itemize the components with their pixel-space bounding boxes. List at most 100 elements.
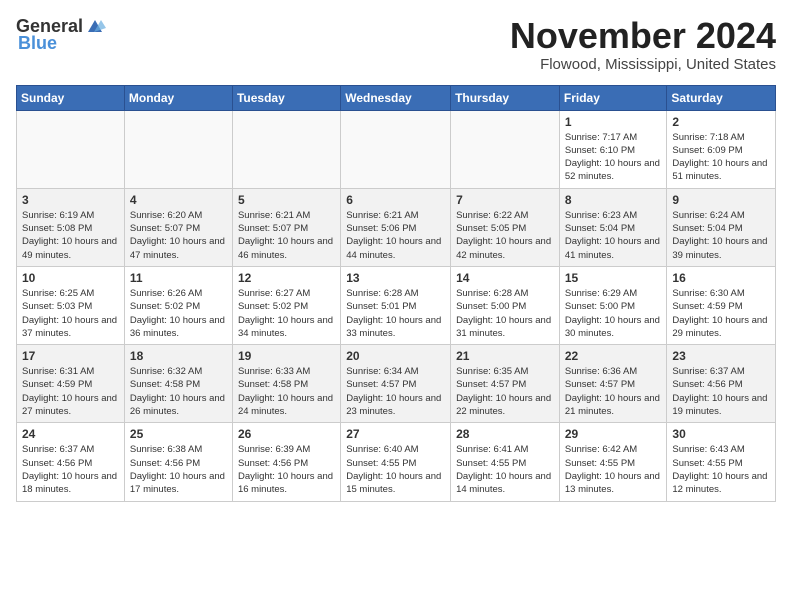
calendar-cell: 11Sunrise: 6:26 AMSunset: 5:02 PMDayligh… — [124, 266, 232, 344]
calendar-cell — [451, 110, 560, 188]
day-number: 24 — [22, 427, 119, 441]
calendar-cell: 21 Sunrise: 6:35 AMSunset: 4:57 PMDayligh… — [451, 345, 560, 423]
day-number: 12 — [238, 271, 335, 285]
day-number: 8 — [565, 193, 662, 207]
calendar-cell: 3 Sunrise: 6:19 AMSunset: 5:08 PMDaylight… — [17, 188, 125, 266]
day-info: Sunrise: 7:17 AMSunset: 6:10 PMDaylight:… — [565, 131, 662, 184]
day-info: Sunrise: 6:22 AMSunset: 5:05 PMDaylight:… — [456, 209, 554, 262]
weekday-tuesday: Tuesday — [232, 85, 340, 110]
day-number: 1 — [565, 115, 662, 129]
calendar-cell: 8 Sunrise: 6:23 AMSunset: 5:04 PMDaylight… — [559, 188, 667, 266]
day-info: Sunrise: 6:37 AMSunset: 4:56 PMDaylight:… — [672, 365, 770, 418]
calendar-row-2: 10 Sunrise: 6:25 AMSunset: 5:03 PMDayligh… — [17, 266, 776, 344]
weekday-wednesday: Wednesday — [341, 85, 451, 110]
day-number: 16 — [672, 271, 770, 285]
calendar-cell: 4 Sunrise: 6:20 AMSunset: 5:07 PMDaylight… — [124, 188, 232, 266]
day-info: Sunrise: 6:21 AMSunset: 5:07 PMDaylight:… — [238, 209, 335, 262]
day-info: Sunrise: 6:34 AMSunset: 4:57 PMDaylight:… — [346, 365, 445, 418]
logo-blue-text: Blue — [18, 33, 57, 54]
day-info: Sunrise: 7:18 AMSunset: 6:09 PMDaylight:… — [672, 131, 770, 184]
calendar-table: SundayMondayTuesdayWednesdayThursdayFrid… — [16, 85, 776, 502]
day-info: Sunrise: 6:41 AMSunset: 4:55 PMDaylight:… — [456, 443, 554, 496]
weekday-saturday: Saturday — [667, 85, 776, 110]
weekday-thursday: Thursday — [451, 85, 560, 110]
day-info: Sunrise: 6:24 AMSunset: 5:04 PMDaylight:… — [672, 209, 770, 262]
calendar-row-1: 3 Sunrise: 6:19 AMSunset: 5:08 PMDaylight… — [17, 188, 776, 266]
day-number: 6 — [346, 193, 445, 207]
calendar-cell: 17Sunrise: 6:31 AMSunset: 4:59 PMDayligh… — [17, 345, 125, 423]
calendar-cell: 6 Sunrise: 6:21 AMSunset: 5:06 PMDaylight… — [341, 188, 451, 266]
day-number: 2 — [672, 115, 770, 129]
day-info: Sunrise: 6:29 AMSunset: 5:00 PMDaylight:… — [565, 287, 662, 340]
day-number: 28 — [456, 427, 554, 441]
day-info: Sunrise: 6:28 AMSunset: 5:00 PMDaylight:… — [456, 287, 554, 340]
calendar-cell: 13Sunrise: 6:28 AMSunset: 5:01 PMDayligh… — [341, 266, 451, 344]
title-block: November 2024 Flowood, Mississippi, Unit… — [510, 16, 776, 73]
month-title: November 2024 — [510, 16, 776, 56]
calendar-cell: 28 Sunrise: 6:41 AMSunset: 4:55 PMDayligh… — [451, 423, 560, 501]
day-number: 7 — [456, 193, 554, 207]
calendar-cell: 19 Sunrise: 6:33 AMSunset: 4:58 PMDayligh… — [232, 345, 340, 423]
calendar-cell: 25Sunrise: 6:38 AMSunset: 4:56 PMDayligh… — [124, 423, 232, 501]
page-header: General Blue November 2024 Flowood, Miss… — [16, 16, 776, 73]
day-number: 27 — [346, 427, 445, 441]
day-info: Sunrise: 6:43 AMSunset: 4:55 PMDaylight:… — [672, 443, 770, 496]
day-info: Sunrise: 6:32 AMSunset: 4:58 PMDaylight:… — [130, 365, 227, 418]
calendar-row-3: 17Sunrise: 6:31 AMSunset: 4:59 PMDayligh… — [17, 345, 776, 423]
weekday-monday: Monday — [124, 85, 232, 110]
calendar-cell: 22 Sunrise: 6:36 AMSunset: 4:57 PMDayligh… — [559, 345, 667, 423]
calendar-cell — [17, 110, 125, 188]
day-info: Sunrise: 6:38 AMSunset: 4:56 PMDaylight:… — [130, 443, 227, 496]
day-info: Sunrise: 6:37 AMSunset: 4:56 PMDaylight:… — [22, 443, 119, 496]
calendar-cell — [124, 110, 232, 188]
calendar-cell: 15 Sunrise: 6:29 AMSunset: 5:00 PMDayligh… — [559, 266, 667, 344]
day-number: 19 — [238, 349, 335, 363]
day-info: Sunrise: 6:25 AMSunset: 5:03 PMDaylight:… — [22, 287, 119, 340]
day-number: 5 — [238, 193, 335, 207]
day-info: Sunrise: 6:31 AMSunset: 4:59 PMDaylight:… — [22, 365, 119, 418]
day-number: 10 — [22, 271, 119, 285]
day-info: Sunrise: 6:23 AMSunset: 5:04 PMDaylight:… — [565, 209, 662, 262]
calendar-cell: 7 Sunrise: 6:22 AMSunset: 5:05 PMDaylight… — [451, 188, 560, 266]
day-info: Sunrise: 6:21 AMSunset: 5:06 PMDaylight:… — [346, 209, 445, 262]
day-info: Sunrise: 6:33 AMSunset: 4:58 PMDaylight:… — [238, 365, 335, 418]
day-number: 21 — [456, 349, 554, 363]
calendar-cell: 24 Sunrise: 6:37 AMSunset: 4:56 PMDayligh… — [17, 423, 125, 501]
weekday-header-row: SundayMondayTuesdayWednesdayThursdayFrid… — [17, 85, 776, 110]
day-number: 30 — [672, 427, 770, 441]
day-info: Sunrise: 6:30 AMSunset: 4:59 PMDaylight:… — [672, 287, 770, 340]
day-number: 14 — [456, 271, 554, 285]
day-number: 4 — [130, 193, 227, 207]
location: Flowood, Mississippi, United States — [510, 56, 776, 73]
day-info: Sunrise: 6:42 AMSunset: 4:55 PMDaylight:… — [565, 443, 662, 496]
weekday-friday: Friday — [559, 85, 667, 110]
calendar-cell: 23 Sunrise: 6:37 AMSunset: 4:56 PMDayligh… — [667, 345, 776, 423]
calendar-cell: 30 Sunrise: 6:43 AMSunset: 4:55 PMDayligh… — [667, 423, 776, 501]
calendar-cell: 2 Sunrise: 7:18 AMSunset: 6:09 PMDaylight… — [667, 110, 776, 188]
calendar-cell: 26Sunrise: 6:39 AMSunset: 4:56 PMDayligh… — [232, 423, 340, 501]
calendar-cell: 16 Sunrise: 6:30 AMSunset: 4:59 PMDayligh… — [667, 266, 776, 344]
calendar-cell: 20Sunrise: 6:34 AMSunset: 4:57 PMDayligh… — [341, 345, 451, 423]
calendar-cell: 9 Sunrise: 6:24 AMSunset: 5:04 PMDaylight… — [667, 188, 776, 266]
day-number: 3 — [22, 193, 119, 207]
calendar-row-4: 24 Sunrise: 6:37 AMSunset: 4:56 PMDayligh… — [17, 423, 776, 501]
day-info: Sunrise: 6:20 AMSunset: 5:07 PMDaylight:… — [130, 209, 227, 262]
day-info: Sunrise: 6:27 AMSunset: 5:02 PMDaylight:… — [238, 287, 335, 340]
day-info: Sunrise: 6:35 AMSunset: 4:57 PMDaylight:… — [456, 365, 554, 418]
calendar-row-0: 1 Sunrise: 7:17 AMSunset: 6:10 PMDaylight… — [17, 110, 776, 188]
calendar-cell — [341, 110, 451, 188]
calendar-cell: 18Sunrise: 6:32 AMSunset: 4:58 PMDayligh… — [124, 345, 232, 423]
day-info: Sunrise: 6:19 AMSunset: 5:08 PMDaylight:… — [22, 209, 119, 262]
day-info: Sunrise: 6:36 AMSunset: 4:57 PMDaylight:… — [565, 365, 662, 418]
day-number: 23 — [672, 349, 770, 363]
day-number: 13 — [346, 271, 445, 285]
calendar-cell: 5 Sunrise: 6:21 AMSunset: 5:07 PMDaylight… — [232, 188, 340, 266]
calendar-cell: 10 Sunrise: 6:25 AMSunset: 5:03 PMDayligh… — [17, 266, 125, 344]
calendar-cell — [232, 110, 340, 188]
day-number: 15 — [565, 271, 662, 285]
day-number: 22 — [565, 349, 662, 363]
day-number: 9 — [672, 193, 770, 207]
calendar-cell: 12 Sunrise: 6:27 AMSunset: 5:02 PMDayligh… — [232, 266, 340, 344]
day-number: 26 — [238, 427, 335, 441]
logo: General Blue — [16, 16, 107, 54]
